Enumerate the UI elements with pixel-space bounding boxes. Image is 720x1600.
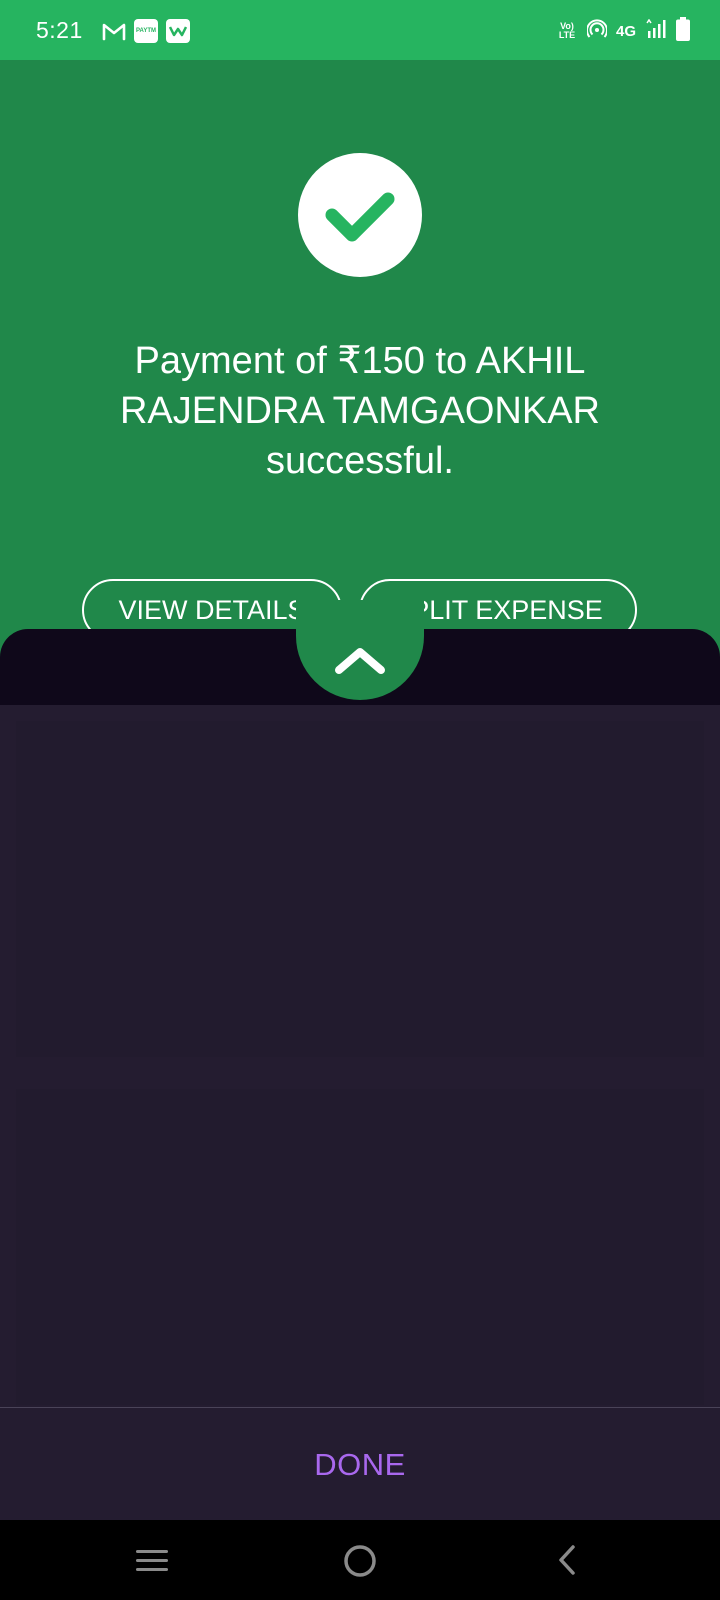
- paytm-icon: PAYTM: [134, 19, 158, 43]
- gmail-icon: [102, 19, 126, 43]
- content-panel-primary: [16, 721, 704, 1057]
- success-check-badge: [298, 153, 422, 277]
- status-bar: 5:21 PAYTM Vo) LTE 4G: [0, 0, 720, 60]
- battery-icon: [676, 17, 690, 45]
- app-notification-icon: [166, 19, 190, 43]
- footer-divider: [0, 1407, 720, 1408]
- navigation-bar: [0, 1520, 720, 1600]
- signal-icon: [645, 18, 667, 43]
- checkmark-icon: [325, 192, 395, 242]
- home-icon[interactable]: [335, 1536, 385, 1586]
- back-icon[interactable]: [543, 1536, 593, 1586]
- paytm-icon-label: PAYTM: [135, 28, 156, 34]
- chevron-up-icon: [335, 648, 385, 674]
- done-button[interactable]: DONE: [260, 1420, 460, 1510]
- status-time: 5:21: [36, 17, 83, 43]
- menu-icon[interactable]: [128, 1536, 178, 1586]
- sheet-expand-handle[interactable]: [296, 600, 424, 700]
- content-panel-secondary: [16, 1089, 704, 1405]
- volte-indicator: Vo) LTE: [558, 21, 576, 40]
- hotspot-icon: [585, 19, 608, 43]
- payment-success-message: Payment of ₹150 to AKHIL RAJENDRA TAMGAO…: [119, 340, 600, 482]
- system-status-icons: Vo) LTE 4G: [556, 17, 690, 45]
- notification-icons: PAYTM: [102, 19, 190, 43]
- network-type: 4G: [615, 22, 636, 40]
